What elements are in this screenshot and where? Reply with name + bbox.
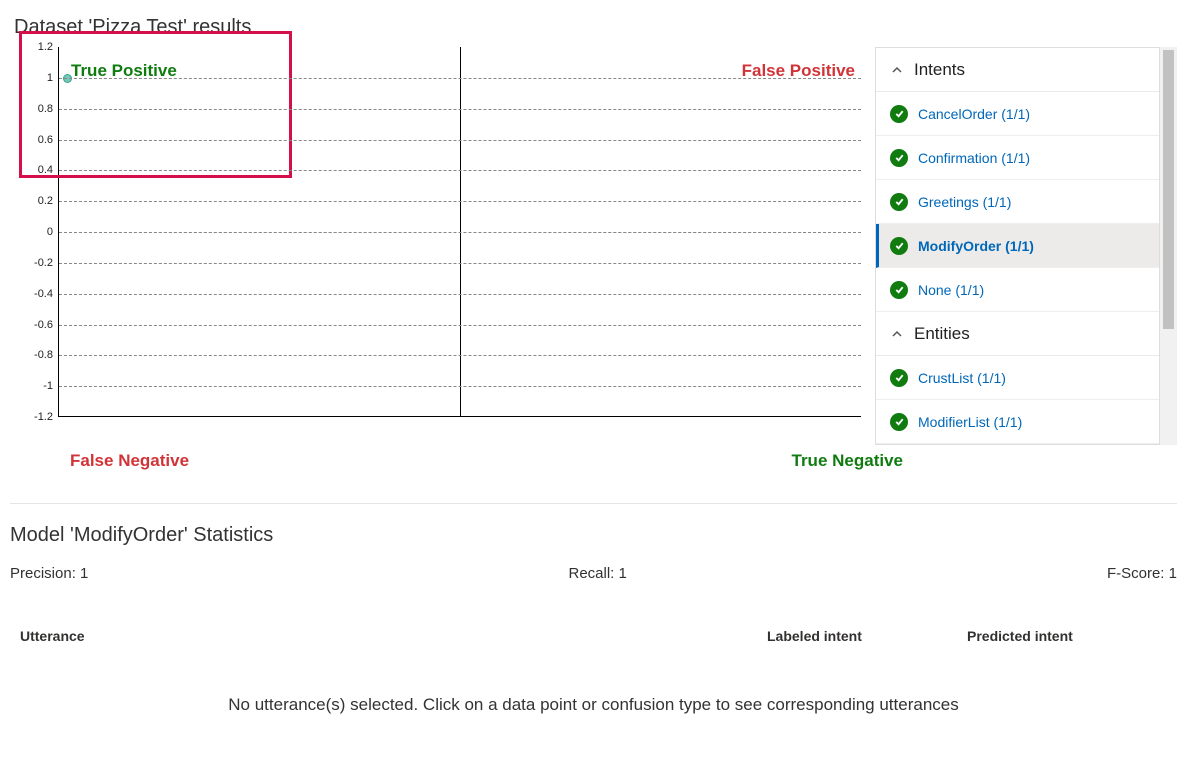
chart-y-tick: 1 xyxy=(21,72,53,84)
chart-y-tick: -0.2 xyxy=(21,257,53,269)
highlight-box xyxy=(19,31,292,178)
stat-precision: Precision: 1 xyxy=(10,565,88,582)
check-circle-icon xyxy=(890,281,908,299)
sidebar-item[interactable]: ModifierList (1/1) xyxy=(876,400,1159,444)
confusion-scatter-chart[interactable]: True Positive False Positive 1.210.80.60… xyxy=(10,47,861,477)
page-title: Dataset 'Pizza Test' results xyxy=(14,16,1177,39)
chart-gridline xyxy=(59,355,861,356)
chart-gridline xyxy=(59,109,861,110)
chart-gridline xyxy=(59,294,861,295)
sidebar-item[interactable]: CrustList (1/1) xyxy=(876,356,1159,400)
chart-y-tick: -0.4 xyxy=(21,288,53,300)
chevron-up-icon xyxy=(890,63,904,77)
sidebar-section-title: Entities xyxy=(914,324,970,344)
chart-gridline xyxy=(59,78,861,79)
stat-fscore: F-Score: 1 xyxy=(1107,565,1177,582)
chart-gridline xyxy=(59,201,861,202)
chart-y-tick: 0.2 xyxy=(21,195,53,207)
utterances-table-header: Utterance Labeled intent Predicted inten… xyxy=(10,622,1177,651)
sidebar-item-label: None (1/1) xyxy=(918,282,984,298)
sidebar-item-label: CrustList (1/1) xyxy=(918,370,1006,386)
check-circle-icon xyxy=(890,237,908,255)
chart-gridline xyxy=(59,170,861,171)
col-labeled-intent[interactable]: Labeled intent xyxy=(767,628,967,644)
chart-y-tick: -0.6 xyxy=(21,319,53,331)
sidebar-section-header[interactable]: Intents xyxy=(876,48,1159,92)
chart-y-tick: 0.4 xyxy=(21,164,53,176)
chart-y-tick: 1.2 xyxy=(21,41,53,53)
sidebar-item-label: CancelOrder (1/1) xyxy=(918,106,1030,122)
sidebar-item-label: Greetings (1/1) xyxy=(918,194,1011,210)
sidebar-item-label: Confirmation (1/1) xyxy=(918,150,1030,166)
utterances-empty-message: No utterance(s) selected. Click on a dat… xyxy=(10,695,1177,715)
chart-y-tick: 0.6 xyxy=(21,134,53,146)
col-utterance[interactable]: Utterance xyxy=(20,628,767,644)
check-circle-icon xyxy=(890,369,908,387)
sidebar-item-label: ModifierList (1/1) xyxy=(918,414,1022,430)
sidebar-item[interactable]: ModifyOrder (1/1) xyxy=(876,224,1159,268)
chart-y-tick: -0.8 xyxy=(21,349,53,361)
chart-gridline xyxy=(59,325,861,326)
quadrant-label-true-negative[interactable]: True Negative xyxy=(792,451,904,471)
col-predicted-intent[interactable]: Predicted intent xyxy=(967,628,1167,644)
sidebar-item-label: ModifyOrder (1/1) xyxy=(918,238,1034,254)
sidebar-section-title: Intents xyxy=(914,60,965,80)
sidebar-item[interactable]: Greetings (1/1) xyxy=(876,180,1159,224)
chart-y-tick: -1 xyxy=(21,380,53,392)
check-circle-icon xyxy=(890,193,908,211)
check-circle-icon xyxy=(890,149,908,167)
sidebar-item[interactable]: CancelOrder (1/1) xyxy=(876,92,1159,136)
chart-y-tick: 0.8 xyxy=(21,103,53,115)
sidebar-scrollbar[interactable] xyxy=(1160,47,1177,445)
stats-title: Model 'ModifyOrder' Statistics xyxy=(10,524,1177,547)
sidebar-section-header[interactable]: Entities xyxy=(876,312,1159,356)
chart-y-tick: 0 xyxy=(21,226,53,238)
chevron-up-icon xyxy=(890,327,904,341)
chart-gridline xyxy=(59,263,861,264)
sidebar-scroll-thumb[interactable] xyxy=(1163,50,1174,329)
intents-entities-panel: Intents CancelOrder (1/1) Confirmation (1/… xyxy=(875,47,1160,445)
chart-y-tick: -1.2 xyxy=(21,411,53,423)
sidebar-item[interactable]: Confirmation (1/1) xyxy=(876,136,1159,180)
sidebar-item[interactable]: None (1/1) xyxy=(876,268,1159,312)
check-circle-icon xyxy=(890,105,908,123)
section-divider xyxy=(10,503,1177,504)
stat-recall: Recall: 1 xyxy=(568,565,626,582)
chart-gridline xyxy=(59,140,861,141)
check-circle-icon xyxy=(890,413,908,431)
quadrant-label-false-negative[interactable]: False Negative xyxy=(70,451,189,471)
chart-gridline xyxy=(59,386,861,387)
